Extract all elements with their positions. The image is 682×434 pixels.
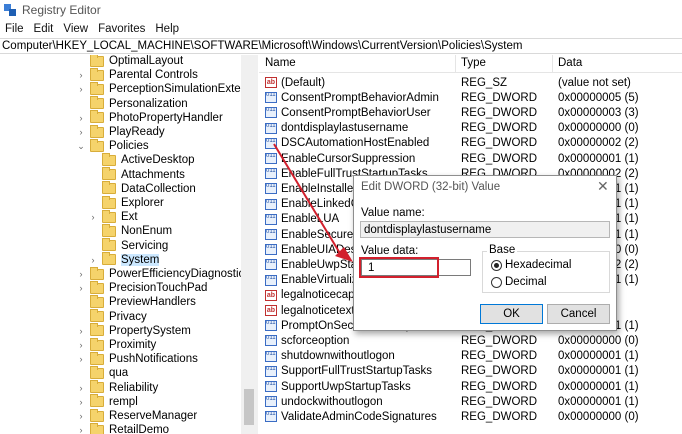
annotation-arrow	[273, 143, 353, 262]
arrow-line	[273, 143, 342, 256]
